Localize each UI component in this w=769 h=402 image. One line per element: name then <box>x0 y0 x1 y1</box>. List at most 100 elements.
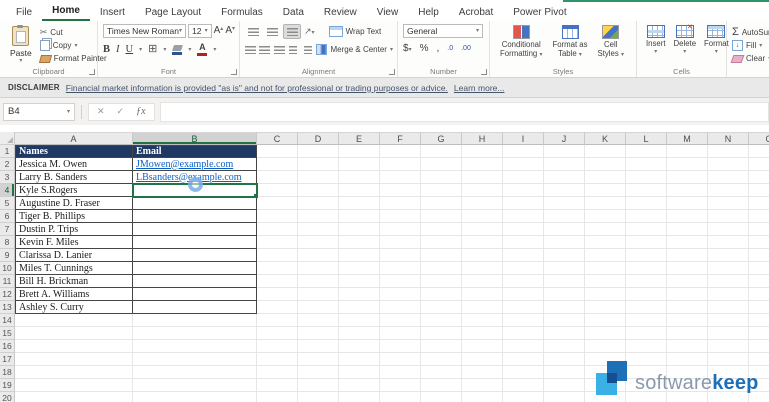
cell-K13[interactable] <box>585 301 626 314</box>
cell-A6[interactable]: Tiger B. Phillips <box>15 210 133 223</box>
col-header-F[interactable]: F <box>380 132 421 145</box>
font-dialog-launcher-icon[interactable] <box>231 69 237 75</box>
cell-G1[interactable] <box>421 145 462 158</box>
cell-C6[interactable] <box>257 210 298 223</box>
cell-C7[interactable] <box>257 223 298 236</box>
underline-button[interactable]: U <box>126 44 134 55</box>
cell-J1[interactable] <box>544 145 585 158</box>
col-header-A[interactable]: A <box>15 132 133 145</box>
cell-K4[interactable] <box>585 184 626 197</box>
cell-L11[interactable] <box>626 275 667 288</box>
cell-N10[interactable] <box>708 262 749 275</box>
cell-M10[interactable] <box>667 262 708 275</box>
cell-A4[interactable]: Kyle S.Rogers <box>15 184 133 197</box>
decrease-indent-button[interactable] <box>288 43 299 56</box>
cell-N5[interactable] <box>708 197 749 210</box>
cell-F3[interactable] <box>380 171 421 184</box>
row-header-16[interactable]: 16 <box>0 340 15 353</box>
cell-C17[interactable] <box>257 353 298 366</box>
col-header-I[interactable]: I <box>503 132 544 145</box>
cell-O9[interactable] <box>749 249 769 262</box>
row-header-12[interactable]: 12 <box>0 288 15 301</box>
cell-O13[interactable] <box>749 301 769 314</box>
cell-I2[interactable] <box>503 158 544 171</box>
cell-E17[interactable] <box>339 353 380 366</box>
cell-H9[interactable] <box>462 249 503 262</box>
cell-A15[interactable] <box>15 327 133 340</box>
cell-O4[interactable] <box>749 184 769 197</box>
fill-button[interactable]: ↓ Fill ▾ <box>732 39 769 52</box>
cell-O16[interactable] <box>749 340 769 353</box>
cell-G6[interactable] <box>421 210 462 223</box>
cell-G16[interactable] <box>421 340 462 353</box>
cell-I14[interactable] <box>503 314 544 327</box>
cell-F16[interactable] <box>380 340 421 353</box>
cell-A18[interactable] <box>15 366 133 379</box>
col-header-G[interactable]: G <box>421 132 462 145</box>
cell-I16[interactable] <box>503 340 544 353</box>
cell-K14[interactable] <box>585 314 626 327</box>
row-header-7[interactable]: 7 <box>0 223 15 236</box>
cell-O6[interactable] <box>749 210 769 223</box>
cell-C3[interactable] <box>257 171 298 184</box>
tab-power-pivot[interactable]: Power Pivot <box>503 3 576 21</box>
cell-N13[interactable] <box>708 301 749 314</box>
font-color-button[interactable]: A <box>197 43 207 56</box>
cell-E7[interactable] <box>339 223 380 236</box>
cell-I11[interactable] <box>503 275 544 288</box>
currency-button[interactable]: $▾ <box>403 43 412 54</box>
cell-K1[interactable] <box>585 145 626 158</box>
cell-A5[interactable]: Augustine D. Fraser <box>15 197 133 210</box>
cell-L5[interactable] <box>626 197 667 210</box>
cell-G19[interactable] <box>421 379 462 392</box>
cell-O10[interactable] <box>749 262 769 275</box>
decrease-decimal-button[interactable]: .00 <box>461 45 471 52</box>
cell-F8[interactable] <box>380 236 421 249</box>
cell-M4[interactable] <box>667 184 708 197</box>
cell-I10[interactable] <box>503 262 544 275</box>
row-header-13[interactable]: 13 <box>0 301 15 314</box>
italic-button[interactable]: I <box>116 44 120 55</box>
cell-M12[interactable] <box>667 288 708 301</box>
formula-input[interactable] <box>160 102 769 122</box>
cell-M16[interactable] <box>667 340 708 353</box>
cell-O1[interactable] <box>749 145 769 158</box>
tab-acrobat[interactable]: Acrobat <box>449 3 503 21</box>
cell-E1[interactable] <box>339 145 380 158</box>
col-header-D[interactable]: D <box>298 132 339 145</box>
cell-H8[interactable] <box>462 236 503 249</box>
percent-style-button[interactable]: % <box>420 43 429 54</box>
cell-E13[interactable] <box>339 301 380 314</box>
cell-B15[interactable] <box>133 327 257 340</box>
cell-N9[interactable] <box>708 249 749 262</box>
cell-A11[interactable]: Bill H. Brickman <box>15 275 133 288</box>
learn-more-link[interactable]: Learn more... <box>454 83 505 93</box>
cell-K9[interactable] <box>585 249 626 262</box>
cell-D19[interactable] <box>298 379 339 392</box>
cell-F17[interactable] <box>380 353 421 366</box>
cell-A19[interactable] <box>15 379 133 392</box>
cell-B19[interactable] <box>133 379 257 392</box>
cell-E8[interactable] <box>339 236 380 249</box>
cell-H20[interactable] <box>462 392 503 402</box>
increase-decimal-button[interactable]: .0 <box>447 45 453 52</box>
cell-B13[interactable] <box>133 301 257 314</box>
cell-F6[interactable] <box>380 210 421 223</box>
row-header-17[interactable]: 17 <box>0 353 15 366</box>
cell-C19[interactable] <box>257 379 298 392</box>
tab-formulas[interactable]: Formulas <box>211 3 273 21</box>
cell-I20[interactable] <box>503 392 544 402</box>
cell-B14[interactable] <box>133 314 257 327</box>
cell-J20[interactable] <box>544 392 585 402</box>
cell-I15[interactable] <box>503 327 544 340</box>
cell-E19[interactable] <box>339 379 380 392</box>
cell-O3[interactable] <box>749 171 769 184</box>
cell-M5[interactable] <box>667 197 708 210</box>
col-header-C[interactable]: C <box>257 132 298 145</box>
cell-F19[interactable] <box>380 379 421 392</box>
cell-J18[interactable] <box>544 366 585 379</box>
cell-L12[interactable] <box>626 288 667 301</box>
cell-E5[interactable] <box>339 197 380 210</box>
cell-O7[interactable] <box>749 223 769 236</box>
cell-F15[interactable] <box>380 327 421 340</box>
